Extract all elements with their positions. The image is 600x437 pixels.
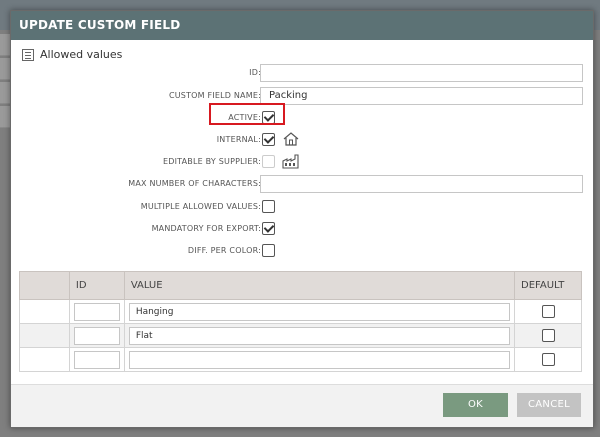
dialog-title: UPDATE CUSTOM FIELD [11,11,593,40]
allowed-values-table: ID VALUE DEFAULT Hanging Flat [19,271,582,372]
row-value-input[interactable] [128,350,511,369]
allowed-values-label: Allowed values [40,48,123,61]
active-row: ACTIVE: [11,109,595,129]
diff-per-color-checkbox[interactable] [262,244,275,257]
internal-checkbox[interactable] [262,133,275,146]
custom-field-name-input[interactable]: Packing [260,87,583,105]
default-column-header: DEFAULT [514,271,582,300]
update-custom-field-dialog: UPDATE CUSTOM FIELD Allowed values ID: C… [10,10,594,428]
table-row: Hanging [19,299,582,324]
diff-per-color-row: DIFF. PER COLOR: [11,242,595,262]
highlight-box [209,103,285,125]
editable-by-supplier-checkbox[interactable] [262,155,275,168]
custom-field-name-row: CUSTOM FIELD NAME: Packing [11,87,595,107]
dialog-footer: OK CANCEL [11,384,593,427]
row-default-checkbox[interactable] [541,329,555,342]
value-column-header: VALUE [123,271,516,300]
cancel-button[interactable]: CANCEL [517,393,581,417]
multiple-allowed-values-label: MULTIPLE ALLOWED VALUES: [140,202,261,211]
id-input[interactable] [260,64,583,82]
factory-icon [282,154,299,169]
row-value-input[interactable]: Hanging [128,302,511,321]
diff-per-color-label: DIFF. PER COLOR: [187,246,261,255]
custom-field-name-label: CUSTOM FIELD NAME: [168,91,261,100]
row-default-checkbox[interactable] [541,353,555,366]
max-characters-label: MAX NUMBER OF CHARACTERS: [128,179,261,188]
list-icon [22,48,34,61]
row-default-checkbox[interactable] [541,305,555,318]
table-row [19,347,582,372]
id-row: ID: [11,64,595,84]
allowed-values-link[interactable]: Allowed values [22,48,122,61]
house-icon [283,132,299,146]
multiple-allowed-values-checkbox[interactable] [262,200,275,213]
max-characters-row: MAX NUMBER OF CHARACTERS: [11,175,595,195]
select-column-header [19,271,70,300]
internal-label: INTERNAL: [216,135,261,144]
id-column-header: ID [68,271,125,300]
mandatory-for-export-label: MANDATORY FOR EXPORT: [151,224,261,233]
mandatory-for-export-row: MANDATORY FOR EXPORT: [11,220,595,240]
row-id-input[interactable] [73,302,120,321]
internal-row: INTERNAL: [11,131,595,151]
ok-button[interactable]: OK [443,393,508,417]
multiple-allowed-values-row: MULTIPLE ALLOWED VALUES: [11,198,595,218]
table-header-row: ID VALUE DEFAULT [19,271,582,300]
row-id-input[interactable] [73,350,120,369]
table-row: Flat [19,323,582,348]
editable-by-supplier-label: EDITABLE BY SUPPLIER: [163,157,261,166]
mandatory-for-export-checkbox[interactable] [262,222,275,235]
editable-by-supplier-row: EDITABLE BY SUPPLIER: [11,153,595,173]
max-characters-input[interactable] [260,175,583,193]
row-id-input[interactable] [73,326,120,345]
row-value-input[interactable]: Flat [128,326,511,345]
